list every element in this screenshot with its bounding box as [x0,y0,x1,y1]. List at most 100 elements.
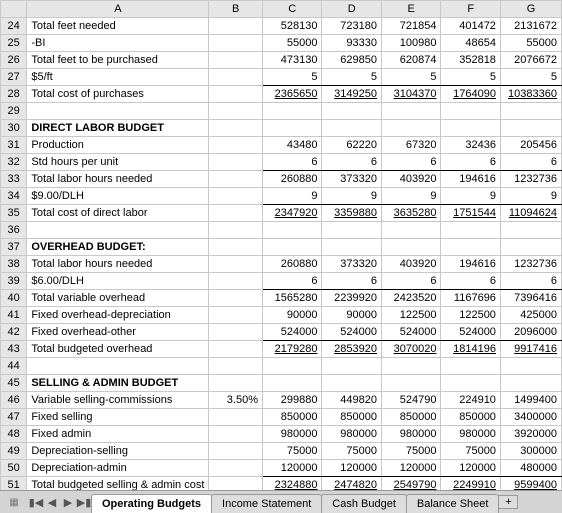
cell[interactable]: 2423520 [381,290,440,307]
cell[interactable]: 524000 [381,324,440,341]
cell[interactable]: Total feet to be purchased [27,52,209,69]
sheet-tab[interactable]: Income Statement [211,494,322,513]
nav-prev-icon[interactable]: ◀ [44,493,60,511]
cell[interactable]: 723180 [322,18,381,35]
cell[interactable] [209,239,263,256]
cell[interactable]: 120000 [381,460,440,477]
cell[interactable]: 75000 [441,443,500,460]
cell[interactable]: 980000 [263,426,322,443]
cell[interactable] [209,477,263,491]
cell[interactable] [381,103,440,120]
cell[interactable] [209,426,263,443]
cell[interactable] [500,222,561,239]
cell[interactable] [322,239,381,256]
col-header-E[interactable]: E [381,1,440,18]
cell[interactable]: 352818 [441,52,500,69]
cell[interactable]: $6.00/DLH [27,273,209,290]
cell[interactable]: 260880 [263,171,322,188]
cell[interactable]: 120000 [322,460,381,477]
cell[interactable] [322,358,381,375]
cell[interactable]: 9 [500,188,561,205]
cell[interactable]: 6 [381,273,440,290]
cell[interactable] [209,137,263,154]
row-header[interactable]: 39 [1,273,27,290]
row-header[interactable]: 47 [1,409,27,426]
row-header[interactable]: 41 [1,307,27,324]
cell[interactable] [322,222,381,239]
select-all-corner[interactable] [1,1,27,18]
cell[interactable]: DIRECT LABOR BUDGET [27,120,209,137]
cell[interactable]: Depreciation-admin [27,460,209,477]
row-header[interactable]: 46 [1,392,27,409]
cell[interactable]: 850000 [441,409,500,426]
cell[interactable]: 6 [381,154,440,171]
cell[interactable]: 5 [322,69,381,86]
cell[interactable]: $9.00/DLH [27,188,209,205]
cell[interactable] [263,239,322,256]
cell[interactable] [263,120,322,137]
row-header[interactable]: 32 [1,154,27,171]
cell[interactable]: 62220 [322,137,381,154]
cell[interactable] [209,409,263,426]
cell[interactable]: Fixed selling [27,409,209,426]
cell[interactable]: 75000 [381,443,440,460]
row-header[interactable]: 33 [1,171,27,188]
cell[interactable]: 5 [381,69,440,86]
cell[interactable]: 480000 [500,460,561,477]
cell[interactable]: 6 [500,154,561,171]
cell[interactable]: 120000 [263,460,322,477]
cell[interactable] [209,358,263,375]
cell[interactable]: Total labor hours needed [27,171,209,188]
cell[interactable]: 122500 [381,307,440,324]
row-header[interactable]: 43 [1,341,27,358]
cell[interactable]: 75000 [322,443,381,460]
cell[interactable]: 2365650 [263,86,322,103]
row-header[interactable]: 29 [1,103,27,120]
cell[interactable]: 3400000 [500,409,561,426]
cell[interactable]: 6 [322,154,381,171]
row-header[interactable]: 34 [1,188,27,205]
cell[interactable] [209,86,263,103]
cell[interactable]: 2131672 [500,18,561,35]
cell[interactable]: -BI [27,35,209,52]
row-header[interactable]: 51 [1,477,27,491]
cell[interactable]: 373320 [322,171,381,188]
cell[interactable] [209,307,263,324]
row-header[interactable]: 40 [1,290,27,307]
cell[interactable]: 721854 [381,18,440,35]
cell[interactable] [441,120,500,137]
cell[interactable]: 32436 [441,137,500,154]
row-header[interactable]: 50 [1,460,27,477]
cell[interactable] [441,239,500,256]
cell[interactable]: 403920 [381,256,440,273]
cell[interactable]: 2549790 [381,477,440,491]
cell[interactable]: 6 [500,273,561,290]
cell[interactable]: Total budgeted selling & admin cost [27,477,209,491]
sheet-tab[interactable]: Cash Budget [321,494,407,513]
cell[interactable]: Total labor hours needed [27,256,209,273]
cell[interactable]: 205456 [500,137,561,154]
cell[interactable]: 524000 [441,324,500,341]
cell[interactable]: Depreciation-selling [27,443,209,460]
cell[interactable]: 524000 [263,324,322,341]
cell[interactable] [263,375,322,392]
view-options-icon[interactable]: ▦ [0,497,28,508]
cell[interactable] [263,222,322,239]
cell[interactable] [27,358,209,375]
col-header-G[interactable]: G [500,1,561,18]
cell[interactable]: 2324880 [263,477,322,491]
row-header[interactable]: 31 [1,137,27,154]
cell[interactable]: 528130 [263,18,322,35]
cell[interactable] [209,103,263,120]
row-header[interactable]: 28 [1,86,27,103]
cell[interactable]: 9 [441,188,500,205]
cell[interactable]: 9 [381,188,440,205]
row-header[interactable]: 36 [1,222,27,239]
cell[interactable] [209,18,263,35]
cell[interactable]: 1499400 [500,392,561,409]
cell[interactable]: 7396416 [500,290,561,307]
col-header-C[interactable]: C [263,1,322,18]
cell[interactable] [500,358,561,375]
cell[interactable]: 11094624 [500,205,561,222]
cell[interactable]: Std hours per unit [27,154,209,171]
